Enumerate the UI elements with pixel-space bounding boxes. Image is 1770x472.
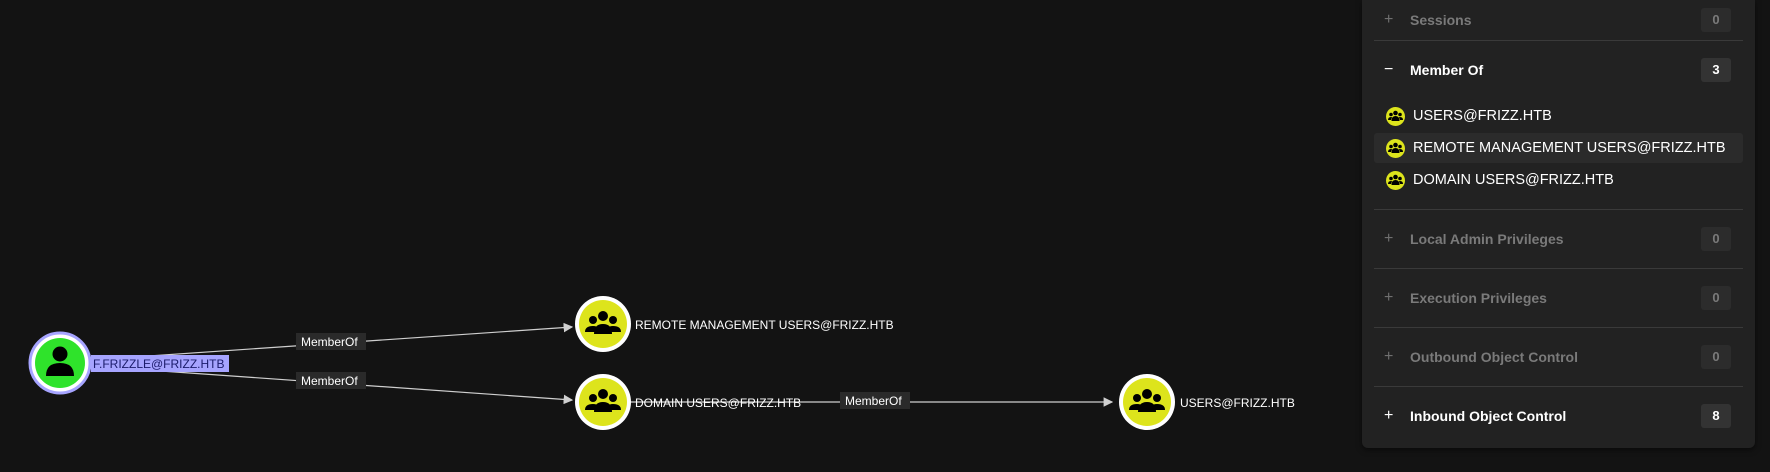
count-badge: 3 (1701, 58, 1731, 82)
member-label: USERS@FRIZZ.HTB (1413, 108, 1552, 124)
edge-label: MemberOf (301, 335, 358, 349)
member-label: REMOTE MANAGEMENT USERS@FRIZZ.HTB (1413, 140, 1726, 156)
section-sessions: + Sessions 0 (1374, 0, 1743, 41)
group-icon (1386, 170, 1405, 190)
section-execution-privileges: + Execution Privileges 0 (1374, 269, 1743, 328)
count-badge: 0 (1701, 286, 1731, 310)
expand-icon[interactable]: + (1384, 230, 1406, 248)
member-label: DOMAIN USERS@FRIZZ.HTB (1413, 172, 1614, 188)
collapse-icon[interactable]: − (1384, 61, 1406, 79)
count-badge: 0 (1701, 8, 1731, 32)
node-domain-users[interactable]: DOMAIN USERS@FRIZZ.HTB (575, 374, 801, 430)
list-item[interactable]: DOMAIN USERS@FRIZZ.HTB (1374, 165, 1743, 195)
node-label: F.FRIZZLE@FRIZZ.HTB (93, 357, 225, 371)
section-member-of: − Member Of 3 USERS@FRIZZ.HTB REMOTE MAN… (1374, 41, 1743, 210)
node-label: USERS@FRIZZ.HTB (1180, 396, 1295, 410)
count-badge: 8 (1701, 404, 1731, 428)
expand-icon[interactable]: + (1384, 289, 1406, 307)
section-title: Sessions (1410, 12, 1472, 28)
local-admin-header[interactable]: + Local Admin Privileges 0 (1374, 210, 1743, 268)
execution-privileges-header[interactable]: + Execution Privileges 0 (1374, 269, 1743, 327)
section-outbound-object-control: + Outbound Object Control 0 (1374, 328, 1743, 387)
count-badge: 0 (1701, 345, 1731, 369)
member-of-header[interactable]: − Member Of 3 (1374, 41, 1743, 99)
member-of-list: USERS@FRIZZ.HTB REMOTE MANAGEMENT USERS@… (1374, 101, 1743, 209)
expand-icon[interactable]: + (1384, 407, 1406, 425)
node-label: DOMAIN USERS@FRIZZ.HTB (635, 396, 801, 410)
section-title: Inbound Object Control (1410, 408, 1567, 424)
list-item[interactable]: USERS@FRIZZ.HTB (1374, 101, 1743, 131)
expand-icon[interactable]: + (1384, 11, 1406, 29)
section-inbound-object-control: + Inbound Object Control 8 (1374, 387, 1743, 445)
graph-canvas[interactable]: MemberOf MemberOf MemberOf F.FRIZZLE@FRI… (0, 0, 1360, 472)
section-title: Member Of (1410, 62, 1484, 78)
list-item[interactable]: REMOTE MANAGEMENT USERS@FRIZZ.HTB (1374, 133, 1743, 163)
inbound-control-header[interactable]: + Inbound Object Control 8 (1374, 387, 1743, 445)
node-users[interactable]: USERS@FRIZZ.HTB (1119, 374, 1295, 430)
node-remote-management-users[interactable]: REMOTE MANAGEMENT USERS@FRIZZ.HTB (575, 296, 894, 352)
section-title: Local Admin Privileges (1410, 231, 1564, 247)
edge-label: MemberOf (845, 394, 902, 408)
expand-icon[interactable]: + (1384, 348, 1406, 366)
entity-info-panel: + Sessions 0 − Member Of 3 USERS@FRIZZ.H… (1362, 0, 1755, 448)
group-icon (1386, 106, 1405, 126)
section-title: Outbound Object Control (1410, 349, 1578, 365)
node-user[interactable]: F.FRIZZLE@FRIZZ.HTB (28, 331, 229, 395)
section-title: Execution Privileges (1410, 290, 1547, 306)
outbound-control-header[interactable]: + Outbound Object Control 0 (1374, 328, 1743, 386)
node-label: REMOTE MANAGEMENT USERS@FRIZZ.HTB (635, 318, 894, 332)
group-icon (1386, 138, 1405, 158)
edge-label: MemberOf (301, 374, 358, 388)
sessions-header[interactable]: + Sessions 0 (1374, 0, 1743, 40)
section-local-admin-privileges: + Local Admin Privileges 0 (1374, 210, 1743, 269)
count-badge: 0 (1701, 227, 1731, 251)
